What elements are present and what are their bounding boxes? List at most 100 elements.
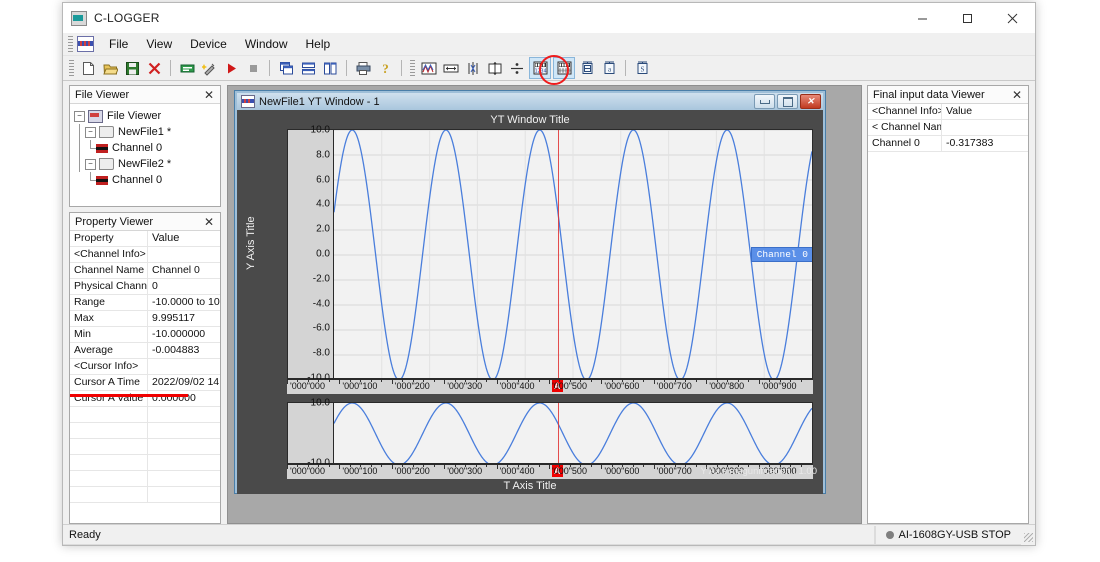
- property-value: -0.004883: [148, 343, 220, 358]
- property-row[interactable]: Average-0.004883: [70, 343, 220, 359]
- tile-horizontal-icon[interactable]: [298, 58, 318, 78]
- tree-item-root[interactable]: − File Viewer: [74, 108, 220, 124]
- property-row[interactable]: Physical Channel0: [70, 279, 220, 295]
- status-bar: Ready AI-1608GY-USB STOP: [63, 524, 1035, 545]
- center-icon[interactable]: [507, 58, 527, 78]
- waveform-plot[interactable]: Channel 0: [334, 130, 812, 378]
- file-viewer-title: File Viewer: [75, 89, 201, 101]
- property-row[interactable]: Min-10.000000: [70, 327, 220, 343]
- x-minor-tick: [539, 465, 540, 467]
- tree-expander-newfile2[interactable]: −: [85, 159, 96, 170]
- tree-item-newfile2-channel0[interactable]: Channel 0: [74, 172, 220, 188]
- final-input-viewer-icon[interactable]: [577, 58, 597, 78]
- channel-legend-badge[interactable]: Channel 0: [751, 247, 812, 262]
- column-header-value: Value: [148, 231, 220, 246]
- x-minor-tick: [476, 465, 477, 467]
- column-header-property: Property: [70, 231, 148, 246]
- x-tick-mark: [287, 465, 288, 469]
- cascade-icon[interactable]: [276, 58, 296, 78]
- yt-minimize-button[interactable]: [754, 94, 775, 109]
- property-row[interactable]: Channel NameChannel 0: [70, 263, 220, 279]
- menu-app-icon: [77, 36, 94, 52]
- yt-window-icon[interactable]: [419, 58, 439, 78]
- close-button[interactable]: [990, 3, 1035, 33]
- yt-close-button[interactable]: ✕: [800, 94, 821, 109]
- x-minor-tick: [350, 380, 351, 382]
- y-axis-magnification-label: Y Axis magunification : 1.00: [700, 466, 817, 477]
- numeric-display-icon[interactable]: 1234: [529, 57, 551, 79]
- x-tick-mark: [339, 465, 340, 469]
- x-minor-tick: [675, 465, 676, 467]
- app-title: C-LOGGER: [94, 11, 160, 25]
- y-tick-label: -6.0: [313, 323, 330, 334]
- property-row[interactable]: Range-10.0000 to 10.0...: [70, 295, 220, 311]
- tree-connector: [74, 140, 85, 156]
- tree-item-label: Channel 0: [112, 174, 162, 186]
- menu-item-window[interactable]: Window: [236, 35, 297, 53]
- final-input-viewer-close-icon[interactable]: ✕: [1009, 89, 1025, 101]
- final-input-row[interactable]: Channel 0-0.317383: [868, 136, 1028, 152]
- open-icon[interactable]: [100, 58, 120, 78]
- new-icon[interactable]: [78, 58, 98, 78]
- tree-expander-root[interactable]: −: [74, 111, 85, 122]
- delete-icon[interactable]: [144, 58, 164, 78]
- digital-display-icon[interactable]: 0000: [553, 57, 575, 79]
- y-tick-label: 4.0: [316, 199, 330, 210]
- tree-expander-newfile1[interactable]: −: [85, 127, 96, 138]
- toolbar-grip-handle[interactable]: [69, 60, 74, 77]
- yt-maximize-button[interactable]: [777, 94, 798, 109]
- overview-plot[interactable]: 10.0-10.0: [287, 402, 813, 464]
- save-icon[interactable]: [122, 58, 142, 78]
- device-config-icon[interactable]: [177, 58, 197, 78]
- property-name: <Cursor Info>: [70, 359, 148, 374]
- toolbar-separator-1: [170, 60, 171, 76]
- t-axis-scale-icon[interactable]: [441, 58, 461, 78]
- calibration-icon[interactable]: [199, 58, 219, 78]
- y-tick-label: 10.0: [311, 125, 330, 136]
- property-row-empty: [70, 487, 220, 503]
- y-axis-scale-icon[interactable]: [463, 58, 483, 78]
- toolbar-grip-handle-2[interactable]: [410, 60, 415, 77]
- channel-icon: [96, 176, 108, 185]
- property-row[interactable]: <Cursor Info>: [70, 359, 220, 375]
- menu-item-file[interactable]: File: [100, 35, 137, 53]
- menu-item-view[interactable]: View: [137, 35, 181, 53]
- main-plot[interactable]: 10.08.06.04.02.00.0-2.0-4.0-6.0-8.0-10.0…: [287, 129, 813, 379]
- stop-record-icon[interactable]: [243, 58, 263, 78]
- about-icon[interactable]: ?: [375, 58, 395, 78]
- maximize-button[interactable]: [945, 3, 990, 33]
- tile-vertical-icon[interactable]: [320, 58, 340, 78]
- tree-item-newfile2[interactable]: − NewFile2 *: [74, 156, 220, 172]
- x-minor-tick: [423, 465, 424, 467]
- tree-item-newfile1[interactable]: − NewFile1 *: [74, 124, 220, 140]
- property-row[interactable]: <Channel Info>: [70, 247, 220, 263]
- channel-0-trace: [334, 403, 812, 463]
- menu-grip-handle[interactable]: [68, 36, 73, 52]
- overview-cursor-a-line[interactable]: [558, 403, 560, 463]
- menu-item-device[interactable]: Device: [181, 35, 236, 53]
- x-tick-mark: [392, 465, 393, 469]
- property-value-empty: [148, 423, 220, 438]
- property-row[interactable]: Cursor A Time2022/09/02 14:3...: [70, 375, 220, 391]
- resize-grip-icon[interactable]: [1021, 526, 1035, 544]
- property-row[interactable]: Max9.995117: [70, 311, 220, 327]
- cursor-a-line[interactable]: [558, 130, 560, 378]
- minimize-button[interactable]: [900, 3, 945, 33]
- x-minor-tick: [748, 380, 749, 382]
- menu-item-help[interactable]: Help: [297, 35, 340, 53]
- cursor-icon[interactable]: [485, 58, 505, 78]
- x-tick-label: '000"700: [657, 466, 692, 476]
- x-minor-tick: [518, 380, 519, 382]
- main-x-axis: A '000"000'000"100'000"200'000"300'000"4…: [287, 379, 813, 394]
- x-minor-tick: [476, 380, 477, 382]
- start-record-icon[interactable]: [221, 58, 241, 78]
- property-viewer-close-icon[interactable]: ✕: [201, 216, 217, 228]
- alarm-viewer-icon[interactable]: a: [599, 58, 619, 78]
- tree-item-newfile1-channel0[interactable]: Channel 0: [74, 140, 220, 156]
- x-minor-tick: [591, 465, 592, 467]
- print-icon[interactable]: [353, 58, 373, 78]
- overview-waveform-plot[interactable]: [334, 403, 812, 463]
- file-viewer-close-icon[interactable]: ✕: [201, 89, 217, 101]
- tree-item-label: NewFile2 *: [118, 158, 171, 170]
- status-viewer-icon[interactable]: S: [632, 58, 652, 78]
